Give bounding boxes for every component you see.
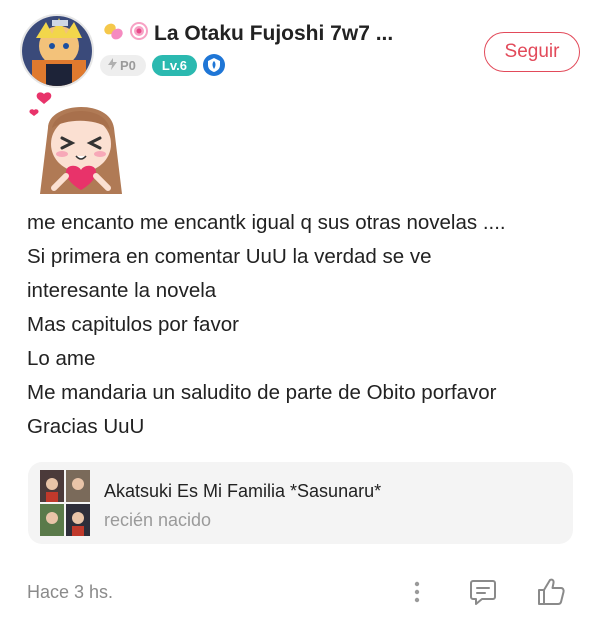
- lollipop-icon: [128, 20, 150, 48]
- comment-line: Mas capitulos por favor: [27, 313, 239, 336]
- comment-line: Me mandaria un saludito de parte de Obit…: [27, 381, 497, 404]
- candy-icon: [102, 20, 124, 48]
- bolt-icon: [108, 57, 117, 73]
- comment-line: me encanto me encantk igual q sus otras …: [27, 211, 506, 234]
- comment-line: Si primera en comentar UuU la verdad se …: [27, 245, 432, 268]
- level-badge: Lv.6: [151, 54, 197, 76]
- comment-line: interesante la novela: [27, 279, 217, 302]
- more-options-icon[interactable]: [399, 574, 435, 610]
- username[interactable]: La Otaku Fujoshi 7w7 ...: [154, 22, 393, 46]
- avatar[interactable]: [20, 14, 98, 92]
- comment-footer: Hace 3 hs.: [27, 574, 575, 610]
- shield-badge-icon: [202, 54, 225, 76]
- linked-post-thumbnail[interactable]: [40, 470, 90, 536]
- linked-post-title[interactable]: Akatsuki Es Mi Familia *Sasunaru*: [104, 481, 381, 502]
- linked-post-card[interactable]: Akatsuki Es Mi Familia *Sasunaru* recién…: [28, 462, 573, 544]
- comment-line: Lo ame: [27, 347, 96, 370]
- avatar-image[interactable]: [20, 14, 94, 88]
- linked-post-subtitle: recién nacido: [104, 510, 212, 530]
- timestamp: Hace 3 hs.: [27, 582, 114, 602]
- comment-header: La Otaku Fujoshi 7w7 ... P0 Lv.6 Seguir: [20, 14, 580, 88]
- reputation-badge: P0: [100, 54, 146, 76]
- username-row[interactable]: La Otaku Fujoshi 7w7 ...: [102, 20, 393, 48]
- sticker-image: [26, 88, 132, 196]
- like-icon[interactable]: [533, 574, 569, 610]
- reply-comment-icon[interactable]: [465, 574, 501, 610]
- reputation-label: P0: [120, 57, 136, 73]
- follow-button[interactable]: Seguir: [484, 32, 580, 72]
- comment-line: Gracias UuU: [27, 415, 145, 438]
- comment-body: me encanto me encantk igual q sus otras …: [27, 206, 577, 444]
- user-badges: P0 Lv.6: [100, 54, 225, 76]
